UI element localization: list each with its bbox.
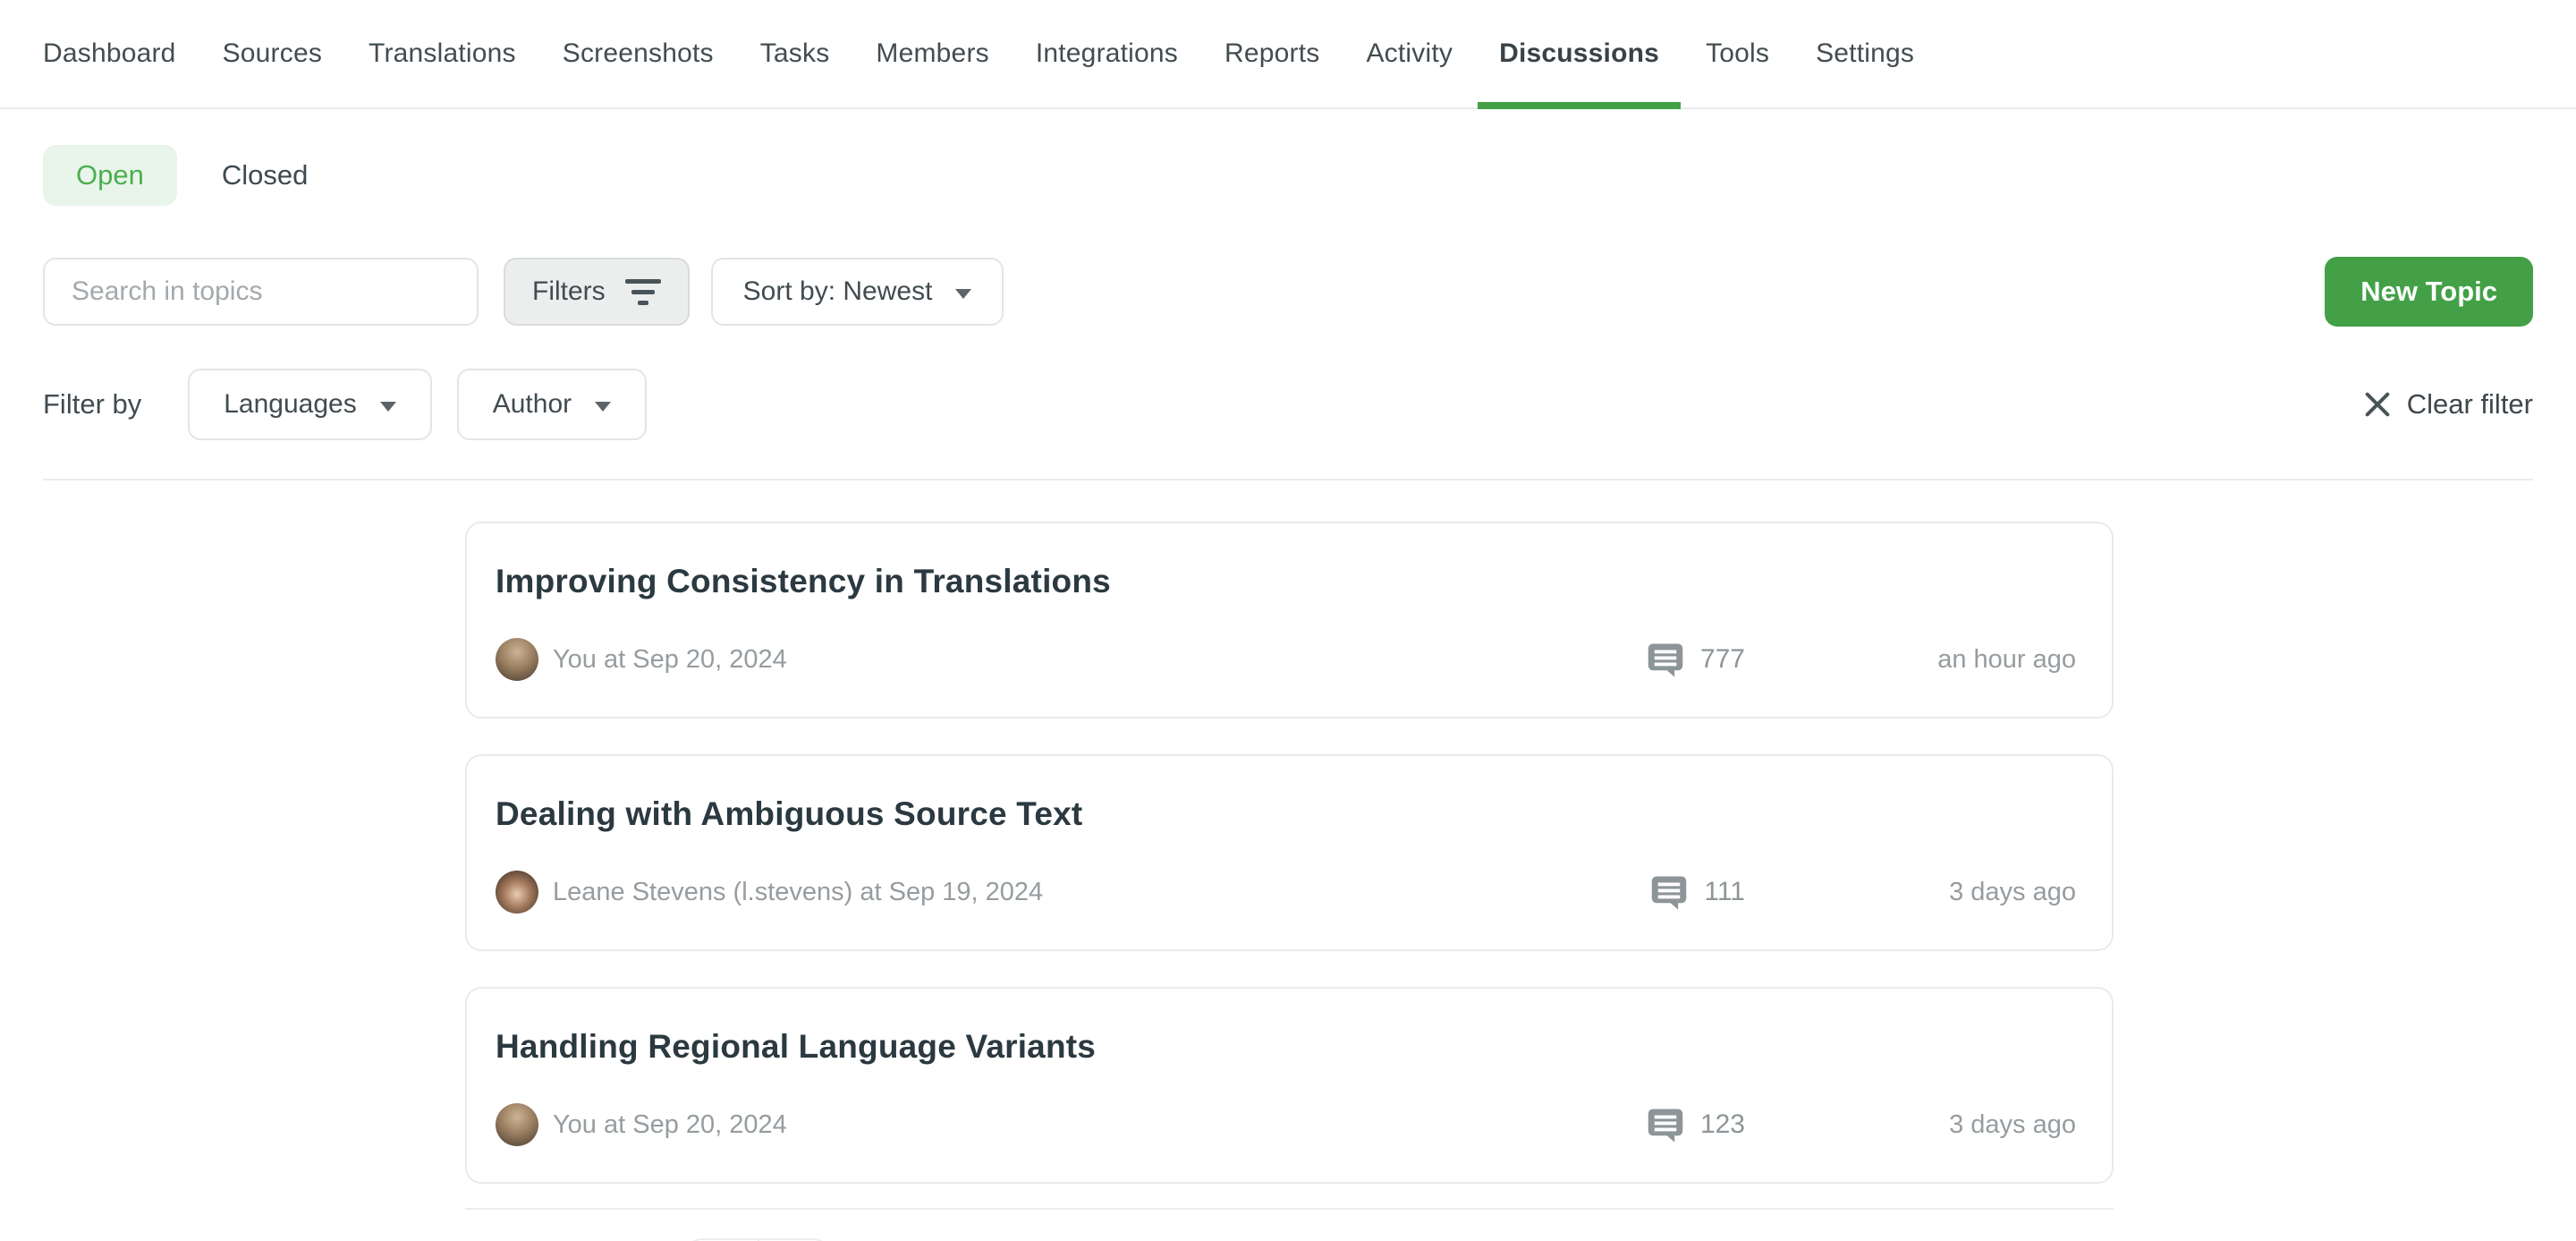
comment-count-block: 777 (1647, 641, 1745, 678)
filter-by-label: Filter by (43, 388, 141, 421)
topic-author-line: You at Sep 20, 2024 (553, 645, 787, 675)
languages-filter-label: Languages (224, 389, 356, 420)
comment-count: 111 (1704, 877, 1745, 907)
topics-list: Improving Consistency in Translations Yo… (465, 522, 2114, 1184)
tab-closed[interactable]: Closed (222, 159, 309, 191)
author-avatar (496, 638, 538, 681)
topic-last-activity: an hour ago (1852, 645, 2076, 675)
topics-toolbar: Filters Sort by: Newest New Topic (43, 257, 2533, 327)
clear-filter-button[interactable]: Clear filter (2364, 388, 2533, 421)
comment-icon (1650, 873, 1688, 911)
tab-open[interactable]: Open (43, 145, 177, 206)
nav-item-tasks[interactable]: Tasks (760, 0, 830, 107)
comment-count-block: 111 (1650, 873, 1745, 911)
nav-item-activity[interactable]: Activity (1366, 0, 1453, 107)
comment-count: 777 (1700, 644, 1745, 675)
nav-item-translations[interactable]: Translations (369, 0, 516, 107)
nav-item-sources[interactable]: Sources (223, 0, 322, 107)
comment-icon (1647, 641, 1684, 678)
comment-count: 123 (1700, 1109, 1745, 1140)
new-topic-button[interactable]: New Topic (2325, 257, 2533, 327)
comment-count-block: 123 (1647, 1106, 1745, 1143)
topic-last-activity: 3 days ago (1852, 1110, 2076, 1140)
topic-meta: You at Sep 20, 2024 777 an hour ago (496, 638, 2076, 681)
pagination: 1-3 out of 3 (465, 1208, 2114, 1241)
chevron-down-icon (955, 289, 971, 299)
discussions-page: Dashboard Sources Translations Screensho… (0, 0, 2576, 1241)
search-input[interactable] (43, 258, 479, 326)
chevron-down-icon (380, 402, 396, 412)
top-navigation: Dashboard Sources Translations Screensho… (0, 0, 2576, 109)
nav-item-screenshots[interactable]: Screenshots (563, 0, 714, 107)
author-avatar (496, 871, 538, 914)
section-divider (43, 479, 2533, 480)
topic-author-line: Leane Stevens (l.stevens) at Sep 19, 202… (553, 878, 1043, 907)
sort-by-dropdown[interactable]: Sort by: Newest (711, 258, 1004, 326)
nav-item-tools[interactable]: Tools (1706, 0, 1769, 107)
topic-card[interactable]: Handling Regional Language Variants You … (465, 987, 2114, 1184)
topic-card[interactable]: Improving Consistency in Translations Yo… (465, 522, 2114, 718)
close-icon (2364, 391, 2391, 418)
author-filter-label: Author (493, 389, 572, 420)
nav-item-dashboard[interactable]: Dashboard (43, 0, 176, 107)
comment-icon (1647, 1106, 1684, 1143)
languages-filter-dropdown[interactable]: Languages (188, 369, 431, 440)
topic-author-line: You at Sep 20, 2024 (553, 1110, 787, 1140)
filter-lines-icon (625, 279, 661, 305)
author-avatar (496, 1103, 538, 1146)
clear-filter-label: Clear filter (2407, 388, 2533, 421)
topic-title[interactable]: Dealing with Ambiguous Source Text (496, 795, 2076, 833)
status-tabs: Open Closed (43, 145, 2533, 206)
nav-item-reports[interactable]: Reports (1224, 0, 1319, 107)
nav-item-members[interactable]: Members (876, 0, 988, 107)
author-filter-dropdown[interactable]: Author (457, 369, 647, 440)
topic-meta: Leane Stevens (l.stevens) at Sep 19, 202… (496, 871, 2076, 914)
sort-by-label: Sort by: Newest (743, 276, 933, 307)
topic-card[interactable]: Dealing with Ambiguous Source Text Leane… (465, 754, 2114, 951)
nav-item-discussions[interactable]: Discussions (1499, 0, 1659, 107)
chevron-down-icon (595, 402, 611, 412)
nav-item-settings[interactable]: Settings (1816, 0, 1914, 107)
topic-meta: You at Sep 20, 2024 123 3 days ago (496, 1103, 2076, 1146)
filter-bar: Filter by Languages Author Clear filter (43, 369, 2533, 440)
nav-item-integrations[interactable]: Integrations (1036, 0, 1178, 107)
filters-button-label: Filters (532, 276, 606, 307)
topic-title[interactable]: Handling Regional Language Variants (496, 1028, 2076, 1066)
filters-button[interactable]: Filters (504, 258, 690, 326)
topic-title[interactable]: Improving Consistency in Translations (496, 563, 2076, 600)
topic-last-activity: 3 days ago (1852, 878, 2076, 907)
